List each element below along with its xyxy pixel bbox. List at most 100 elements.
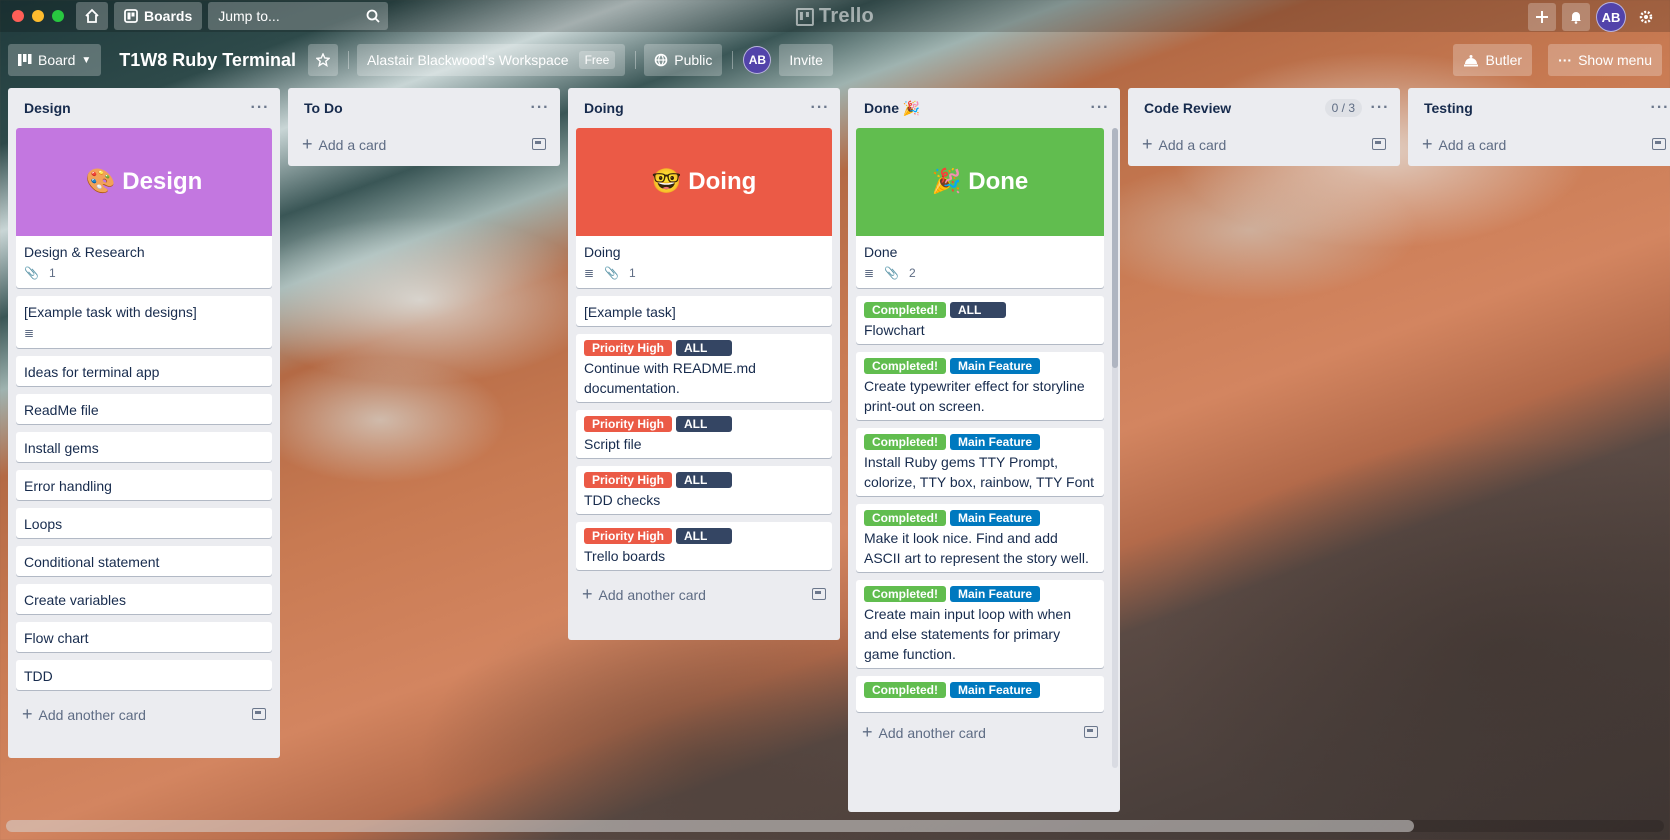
list-item[interactable]: TDD (16, 660, 272, 690)
template-icon[interactable] (812, 588, 826, 600)
list-item[interactable]: Priority High ALL Continue with README.m… (576, 334, 832, 402)
list-item[interactable]: Conditional statement (16, 546, 272, 576)
user-avatar[interactable]: AB (1596, 2, 1626, 32)
add-card-button[interactable]: + Add another card (856, 716, 1104, 748)
notifications-button[interactable] (1562, 3, 1590, 31)
label-main-feature[interactable]: Main Feature (950, 586, 1041, 602)
settings-button[interactable] (1632, 3, 1660, 31)
card-cover[interactable]: 🎨 Design Design & Research 📎 1 (16, 128, 272, 288)
list-item[interactable]: Priority High ALL TDD checks (576, 466, 832, 514)
create-button[interactable] (1528, 3, 1556, 31)
list-item[interactable]: Completed! Main Feature Create main inpu… (856, 580, 1104, 668)
list-more-icon[interactable]: ··· (528, 99, 552, 117)
board-title[interactable]: T1W8 Ruby Terminal (119, 50, 296, 71)
list-more-icon[interactable]: ··· (248, 99, 272, 117)
label-main-feature[interactable]: Main Feature (950, 434, 1041, 450)
home-button[interactable] (76, 2, 108, 30)
label-priority-high[interactable]: Priority High (584, 528, 673, 544)
member-avatar[interactable]: AB (743, 46, 772, 74)
label-priority-high[interactable]: Priority High (584, 416, 673, 432)
plus-icon (1536, 11, 1548, 23)
jump-to-search[interactable]: Jump to... (208, 2, 389, 30)
minimize-window-button[interactable] (32, 10, 44, 22)
list-title[interactable]: Design (24, 100, 71, 116)
list-item[interactable]: Flow chart (16, 622, 272, 652)
label-all[interactable]: ALL (676, 416, 733, 432)
label-completed[interactable]: Completed! (864, 434, 946, 450)
label-main-feature[interactable]: Main Feature (950, 510, 1041, 526)
star-board-button[interactable] (307, 44, 338, 76)
close-window-button[interactable] (12, 10, 24, 22)
template-icon[interactable] (1652, 138, 1666, 150)
trello-logo-icon (795, 7, 814, 26)
template-icon[interactable] (252, 708, 266, 720)
label-main-feature[interactable]: Main Feature (950, 358, 1041, 374)
list-item[interactable]: Priority High ALL Script file (576, 410, 832, 458)
add-card-button[interactable]: + Add a card (1136, 128, 1392, 160)
label-all[interactable]: ALL (676, 528, 733, 544)
list-item[interactable]: Create variables (16, 584, 272, 614)
card-labels: Completed! Main Feature (864, 586, 1096, 602)
trello-logo[interactable]: Trello (795, 5, 874, 28)
plus-icon: + (862, 721, 873, 742)
show-menu-button[interactable]: ··· Show menu (1548, 44, 1662, 76)
label-all[interactable]: ALL (676, 472, 733, 488)
label-all[interactable]: ALL (676, 340, 733, 356)
label-main-feature[interactable]: Main Feature (950, 682, 1041, 698)
invite-button[interactable]: Invite (779, 44, 833, 76)
label-priority-high[interactable]: Priority High (584, 472, 673, 488)
template-icon[interactable] (1084, 726, 1098, 738)
list-item[interactable]: Completed! Main Feature (856, 676, 1104, 712)
list-title[interactable]: To Do (304, 100, 343, 116)
list-item[interactable]: [Example task with designs] ≣ (16, 296, 272, 348)
card-badges: 📎 1 (24, 262, 264, 284)
butler-button[interactable]: Butler (1453, 44, 1533, 76)
template-icon[interactable] (1372, 138, 1386, 150)
add-card-button[interactable]: + Add another card (16, 698, 272, 730)
list-item[interactable]: Ideas for terminal app (16, 356, 272, 386)
list-scrollbar[interactable] (1112, 128, 1118, 768)
horizontal-scrollbar[interactable] (6, 820, 1664, 832)
label-completed[interactable]: Completed! (864, 358, 946, 374)
list-item[interactable]: Completed! Main Feature Create typewrite… (856, 352, 1104, 420)
card-cover[interactable]: 🎉 Done Done ≣ 📎 2 (856, 128, 1104, 288)
card-cover[interactable]: 🤓 Doing Doing ≣ 📎 1 (576, 128, 832, 288)
list-item[interactable]: Install gems (16, 432, 272, 462)
list-more-icon[interactable]: ··· (1088, 99, 1112, 117)
visibility-button[interactable]: Public (644, 44, 723, 76)
boards-button[interactable]: Boards (114, 2, 203, 30)
list-item[interactable]: Loops (16, 508, 272, 538)
list-item[interactable]: Completed! Main Feature Make it look nic… (856, 504, 1104, 572)
list-more-icon[interactable]: ··· (808, 99, 832, 117)
visibility-label: Public (674, 52, 713, 68)
label-completed[interactable]: Completed! (864, 302, 946, 318)
list-item[interactable]: ReadMe file (16, 394, 272, 424)
board-lists: Design ··· 🎨 Design Design & Research 📎 1… (8, 88, 1670, 812)
label-all[interactable]: ALL (950, 302, 1006, 318)
list-item[interactable]: Error handling (16, 470, 272, 500)
list-item[interactable]: Completed! ALL Flowchart (856, 296, 1104, 344)
template-icon[interactable] (532, 138, 546, 150)
horizontal-scrollbar-thumb[interactable] (6, 820, 1414, 832)
add-card-button[interactable]: + Add a card (296, 128, 552, 160)
add-card-button[interactable]: + Add another card (576, 578, 832, 610)
workspace-button[interactable]: Alastair Blackwood's Workspace Free (356, 44, 626, 76)
top-navbar: Boards Jump to... Trello AB (0, 0, 1670, 32)
label-priority-high[interactable]: Priority High (584, 340, 673, 356)
label-completed[interactable]: Completed! (864, 586, 946, 602)
list-title[interactable]: Done 🎉 (864, 100, 920, 117)
list-title[interactable]: Doing (584, 100, 624, 116)
label-completed[interactable]: Completed! (864, 682, 946, 698)
list-more-icon[interactable]: ··· (1648, 99, 1670, 117)
list-title[interactable]: Testing (1424, 100, 1473, 116)
list-scrollbar-thumb[interactable] (1112, 128, 1118, 368)
maximize-window-button[interactable] (52, 10, 64, 22)
label-completed[interactable]: Completed! (864, 510, 946, 526)
list-title[interactable]: Code Review (1144, 100, 1231, 116)
list-item[interactable]: Completed! Main Feature Install Ruby gem… (856, 428, 1104, 496)
add-card-button[interactable]: + Add a card (1416, 128, 1670, 160)
list-more-icon[interactable]: ··· (1368, 99, 1392, 117)
list-item[interactable]: [Example task] (576, 296, 832, 326)
board-view-switcher[interactable]: Board ▼ (8, 44, 102, 76)
list-item[interactable]: Priority High ALL Trello boards (576, 522, 832, 570)
